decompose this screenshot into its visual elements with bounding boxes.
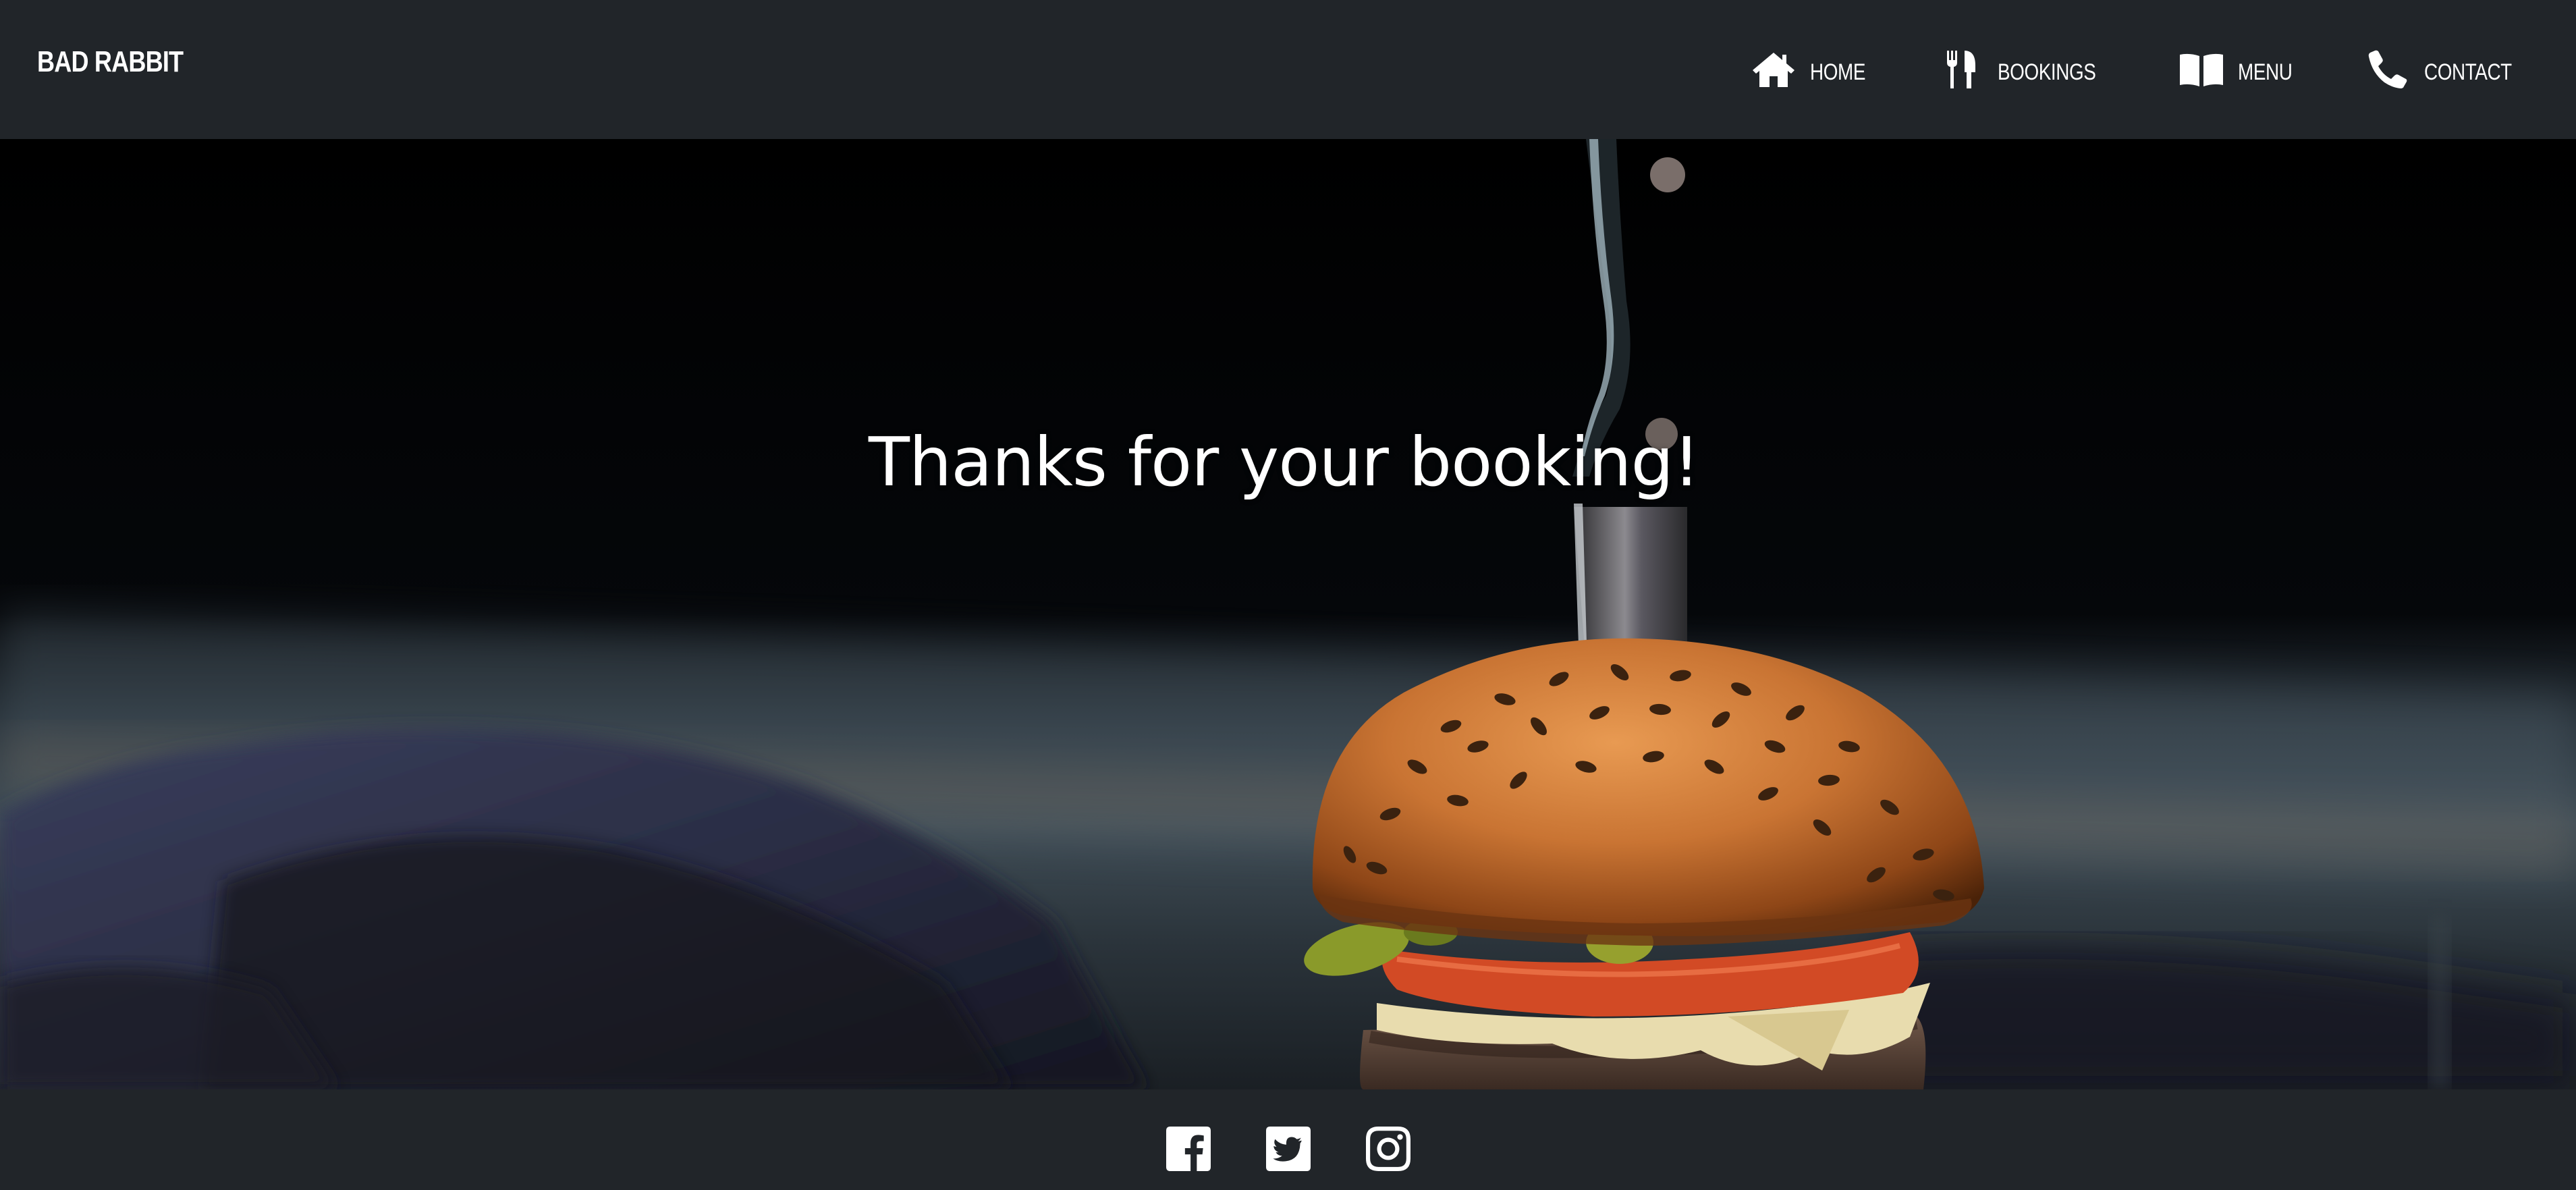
footer	[0, 1089, 2576, 1190]
utensils-icon	[1938, 49, 1984, 90]
instagram-icon	[1365, 1127, 1410, 1171]
nav-label-menu: MENU	[2237, 59, 2293, 85]
book-open-icon	[2178, 49, 2224, 90]
nav-item-contact[interactable]: CONTACT	[2365, 0, 2531, 139]
hero-section: Thanks for your booking!	[0, 139, 2576, 1089]
instagram-link[interactable]	[1365, 1127, 1410, 1171]
twitter-link[interactable]	[1265, 1127, 1311, 1171]
nav-label-bookings: BOOKINGS	[1998, 59, 2096, 85]
facebook-link[interactable]	[1166, 1127, 1211, 1171]
nav-links: HOME BOOKINGS MENU CONTACT	[1690, 0, 2531, 139]
hero-heading: Thanks for your booking!	[868, 423, 1700, 502]
nav-item-home[interactable]: HOME	[1751, 0, 1878, 139]
navbar: BAD RABBIT HOME BOOKINGS MENU CONTACT	[0, 0, 2576, 139]
phone-icon	[2365, 49, 2411, 90]
twitter-icon	[1265, 1127, 1311, 1171]
nav-item-menu[interactable]: MENU	[2178, 0, 2304, 139]
burger-photo	[0, 139, 2576, 1089]
nav-label-home: HOME	[1810, 59, 1866, 85]
nav-label-contact: CONTACT	[2423, 59, 2512, 85]
facebook-icon	[1166, 1127, 1211, 1171]
brand-logo[interactable]: BAD RABBIT	[37, 45, 184, 79]
home-icon	[1751, 49, 1797, 90]
nav-item-bookings[interactable]: BOOKINGS	[1938, 0, 2117, 139]
